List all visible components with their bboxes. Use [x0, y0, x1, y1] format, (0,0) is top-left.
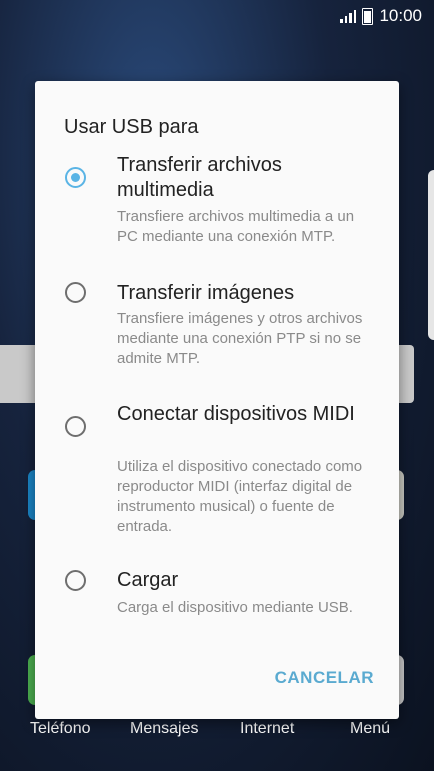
option-description: Carga el dispositivo mediante USB.: [117, 599, 353, 616]
option-charge[interactable]: Cargar Carga el dispositivo mediante USB…: [35, 567, 399, 637]
cancel-button[interactable]: CANCELAR: [275, 668, 374, 688]
option-title: Conectar dispositivos MIDI: [117, 403, 355, 425]
radio-charge[interactable]: [65, 570, 86, 591]
option-description: Transfiere archivos multimedia a un PC m…: [117, 208, 355, 245]
usb-mode-dialog: Usar USB para Transferir archivos multim…: [35, 81, 399, 719]
option-midi[interactable]: Conectar dispositivos MIDI Utiliza el di…: [35, 402, 399, 562]
option-description: Transfiere imágenes y otros archivos med…: [117, 310, 363, 367]
dock-label-messages[interactable]: Mensajes: [130, 720, 198, 738]
dock-label-phone[interactable]: Teléfono: [30, 720, 91, 738]
radio-midi[interactable]: [65, 416, 86, 437]
option-mtp[interactable]: Transferir archivos multimedia Transfier…: [35, 152, 399, 272]
option-title: Transferir archivos multimedia: [117, 154, 282, 201]
option-ptp[interactable]: Transferir imágenes Transfiere imágenes …: [35, 279, 399, 389]
option-title: Transferir imágenes: [117, 282, 295, 304]
radio-mtp[interactable]: [65, 167, 86, 188]
option-title: Cargar: [117, 569, 179, 591]
option-description: Utiliza el dispositivo conectado como re…: [117, 458, 363, 535]
edge-panel-handle[interactable]: [428, 170, 434, 340]
search-widget-left: [0, 345, 40, 403]
dock-label-internet[interactable]: Internet: [240, 720, 294, 738]
dialog-title: Usar USB para: [64, 116, 199, 138]
dock-label-menu[interactable]: Menú: [350, 720, 390, 738]
radio-ptp[interactable]: [65, 282, 86, 303]
dock: Teléfono Mensajes Internet Menú: [0, 720, 434, 742]
